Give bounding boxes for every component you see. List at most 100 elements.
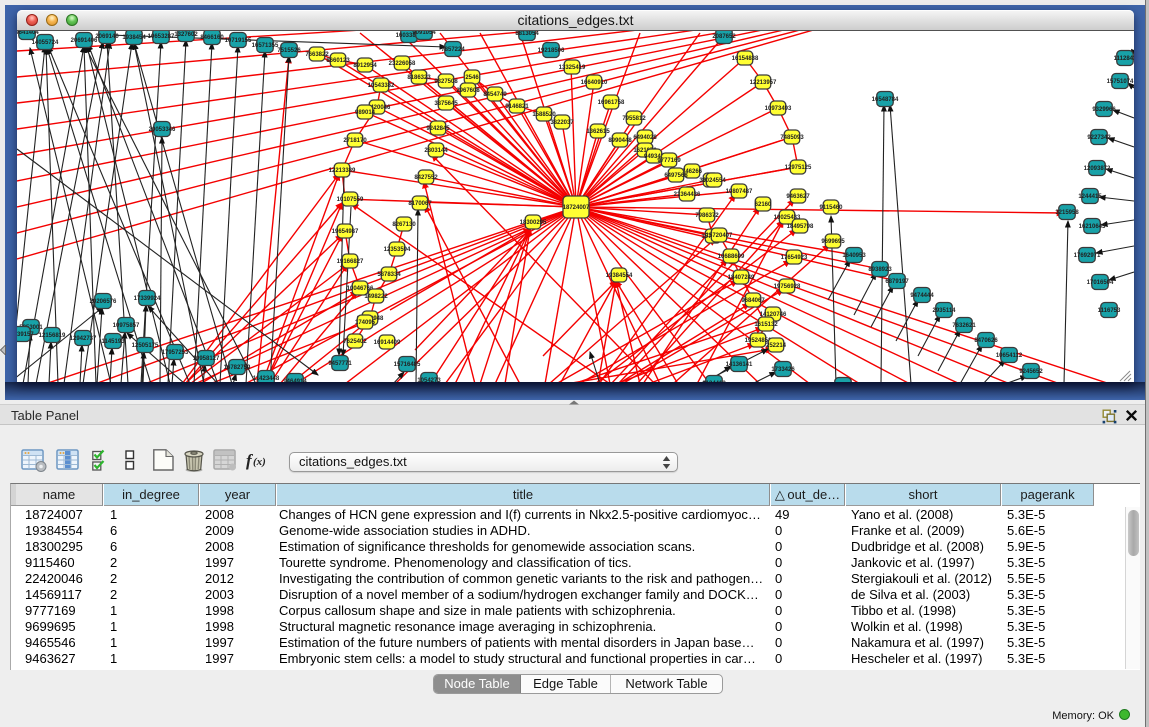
svg-text:19166827: 19166827 (337, 259, 364, 265)
svg-text:7632621: 7632621 (952, 323, 976, 329)
svg-text:1116753: 1116753 (1098, 308, 1121, 314)
svg-text:12156819: 12156819 (39, 333, 66, 339)
svg-text:1054273: 1054273 (417, 378, 441, 382)
svg-text:2139157: 2139157 (17, 332, 34, 338)
svg-text:252214: 252214 (766, 343, 787, 349)
svg-text:1498222: 1498222 (364, 294, 388, 300)
svg-text:62160: 62160 (755, 202, 772, 208)
svg-text:3822037: 3822037 (550, 120, 574, 126)
svg-text:12213957: 12213957 (750, 80, 777, 86)
svg-text:989014: 989014 (355, 110, 376, 116)
svg-text:10719155: 10719155 (225, 38, 252, 44)
svg-text:9242845: 9242845 (426, 126, 450, 132)
svg-text:20206576: 20206576 (90, 299, 117, 305)
svg-text:16640910: 16640910 (581, 80, 608, 86)
svg-text:10975857: 10975857 (113, 323, 140, 329)
svg-text:8466160: 8466160 (200, 35, 224, 41)
svg-text:12975125: 12975125 (785, 165, 812, 171)
svg-text:15720407: 15720407 (706, 233, 733, 239)
svg-text:3024554: 3024554 (702, 178, 726, 184)
svg-text:8134412: 8134412 (702, 381, 726, 382)
svg-text:7625402: 7625402 (343, 339, 367, 345)
svg-text:9464914: 9464914 (283, 379, 307, 382)
svg-text:9329966: 9329966 (1092, 107, 1116, 113)
svg-text:18495798: 18495798 (787, 224, 814, 230)
svg-text:6494028: 6494028 (633, 135, 657, 141)
svg-text:1112843: 1112843 (1114, 56, 1134, 62)
svg-text:19218506: 19218506 (538, 48, 565, 54)
svg-text:9457771: 9457771 (328, 361, 352, 367)
svg-text:1733426: 1733426 (771, 367, 795, 373)
svg-text:18300295: 18300295 (520, 220, 547, 226)
svg-text:16782759: 16782759 (224, 365, 251, 371)
svg-text:1327602: 1327602 (174, 32, 198, 38)
svg-text:8170067: 8170067 (408, 201, 432, 207)
svg-text:10543382: 10543382 (368, 83, 395, 89)
svg-text:20053346: 20053346 (149, 127, 176, 133)
svg-text:9641404: 9641404 (17, 31, 39, 36)
svg-text:18407249: 18407249 (728, 275, 755, 281)
svg-text:9463627: 9463627 (786, 194, 810, 200)
svg-text:1145193: 1145193 (101, 339, 125, 345)
svg-text:8813054: 8813054 (515, 31, 539, 37)
svg-text:2803144: 2803144 (424, 148, 448, 154)
svg-text:10107559: 10107559 (337, 197, 364, 203)
svg-text:16914409: 16914409 (374, 340, 401, 346)
svg-text:8267130: 8267130 (392, 222, 416, 228)
svg-text:17957253: 17957253 (162, 350, 189, 356)
svg-text:14055724: 14055724 (32, 40, 59, 46)
svg-text:1244415: 1244415 (1078, 194, 1102, 200)
svg-text:15751074: 15751074 (1107, 79, 1134, 85)
svg-text:2967608: 2967608 (456, 88, 480, 94)
svg-text:10688609: 10688609 (718, 254, 745, 260)
svg-text:14136141: 14136141 (726, 362, 753, 368)
svg-text:16571355: 16571355 (252, 43, 279, 49)
svg-text:9777169: 9777169 (657, 158, 681, 164)
svg-text:8454749: 8454749 (483, 92, 507, 98)
svg-text:2546: 2546 (465, 75, 479, 81)
svg-text:6497568: 6497568 (664, 173, 688, 179)
svg-text:10973493: 10973493 (765, 106, 792, 112)
svg-text:16961758: 16961758 (598, 100, 625, 106)
svg-text:23226058: 23226058 (389, 61, 416, 67)
svg-text:174095: 174095 (355, 320, 376, 326)
svg-text:2935114: 2935114 (932, 308, 956, 314)
svg-text:2718170: 2718170 (343, 138, 367, 144)
svg-text:17692971: 17692971 (1074, 253, 1101, 259)
svg-text:15716485: 15716485 (394, 362, 421, 368)
svg-text:8470626: 8470626 (974, 338, 998, 344)
svg-text:9684067: 9684067 (741, 298, 765, 304)
svg-text:8912954: 8912954 (353, 63, 377, 69)
svg-text:6879197: 6879197 (885, 279, 909, 285)
svg-text:17654923: 17654923 (781, 255, 808, 261)
svg-text:2069140: 2069140 (95, 34, 119, 40)
svg-text:1362615: 1362615 (586, 129, 610, 135)
svg-text:16154838: 16154838 (732, 56, 759, 62)
svg-text:11423448: 11423448 (253, 376, 280, 382)
svg-text:9327508: 9327508 (434, 79, 458, 85)
svg-text:19756928: 19756928 (774, 284, 801, 290)
svg-text:10653287: 10653287 (148, 34, 175, 40)
svg-text:1938454: 1938454 (122, 35, 146, 41)
svg-text:5878334: 5878334 (377, 272, 401, 278)
svg-text:9115460: 9115460 (819, 205, 843, 211)
svg-text:18724007: 18724007 (563, 205, 590, 211)
svg-text:1588520: 1588520 (532, 112, 556, 118)
svg-text:8660123: 8660123 (326, 58, 350, 64)
svg-text:8990448: 8990448 (608, 138, 632, 144)
svg-text:9245652: 9245652 (1019, 369, 1043, 375)
svg-text:19384554: 19384554 (606, 273, 633, 279)
svg-text:7955812: 7955812 (622, 116, 646, 122)
svg-text:1615132: 1615132 (754, 322, 778, 328)
svg-text:9474444: 9474444 (910, 293, 934, 299)
svg-text:12093872: 12093872 (1084, 166, 1111, 172)
svg-text:19654987: 19654987 (332, 229, 359, 235)
svg-text:1640953: 1640953 (842, 253, 866, 259)
svg-text:9227342: 9227342 (1087, 135, 1111, 141)
svg-text:8938923: 8938923 (868, 267, 892, 273)
svg-text:9699695: 9699695 (821, 239, 845, 245)
svg-text:8427552: 8427552 (414, 175, 438, 181)
svg-text:10958127: 10958127 (193, 356, 220, 362)
svg-text:7485093: 7485093 (780, 135, 804, 141)
svg-text:16548784: 16548784 (872, 97, 899, 103)
